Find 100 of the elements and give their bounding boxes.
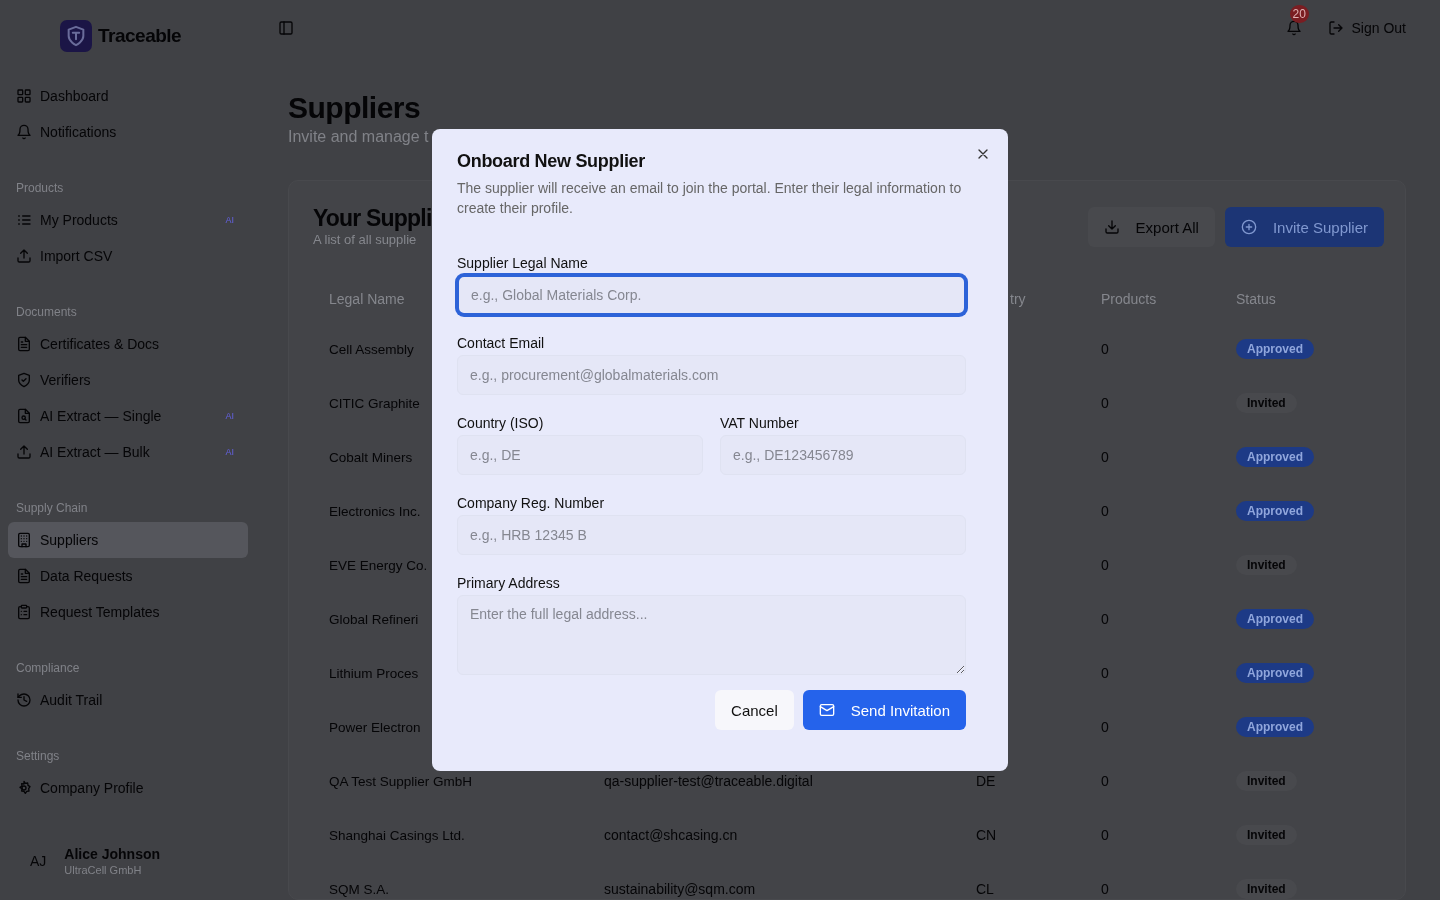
status-tag: Approved bbox=[1236, 339, 1314, 359]
invite-button[interactable]: Invite Supplier bbox=[1224, 207, 1384, 247]
table-cell: 0 bbox=[1101, 881, 1109, 897]
section-label: Compliance bbox=[15, 660, 81, 677]
page-subtitle: Invite and manage t bbox=[288, 127, 430, 146]
bell-icon bbox=[1285, 20, 1302, 36]
sign-out-button[interactable]: Sign Out bbox=[1327, 20, 1406, 36]
status-tag: Approved bbox=[1236, 447, 1314, 467]
document-icon bbox=[16, 568, 32, 584]
status-tag: Invited bbox=[1236, 771, 1297, 791]
clipboard-icon bbox=[16, 604, 32, 620]
user-avatar: AJ bbox=[30, 853, 47, 869]
table-cell: Cell Assembly bbox=[329, 341, 414, 357]
table-cell: 0 bbox=[1101, 665, 1109, 681]
plus-circle-icon bbox=[1240, 219, 1257, 235]
sidebar-item[interactable]: Notifications bbox=[8, 114, 248, 150]
brand-name: Traceable bbox=[98, 24, 182, 48]
status-tag: Approved bbox=[1236, 609, 1314, 629]
sidebar-item[interactable]: Suppliers bbox=[8, 522, 248, 558]
status-tag: Approved bbox=[1236, 717, 1314, 737]
input-field[interactable]: e.g., Global Materials Corp. bbox=[457, 275, 966, 315]
sidebar-toggle-icon bbox=[278, 20, 294, 36]
dialog-description: The supplier will receive an email to join the portal. Enter their legal information to create their profile. bbox=[457, 179, 963, 218]
column-header: Legal Name bbox=[329, 291, 405, 307]
upload-icon bbox=[16, 248, 32, 264]
sidebar-item[interactable]: Dashboard bbox=[8, 78, 248, 114]
notification-count: 20 bbox=[1289, 5, 1309, 23]
sidebar-item[interactable]: Import CSV bbox=[8, 238, 248, 274]
table-cell: 0 bbox=[1101, 557, 1109, 573]
status-tag: Invited bbox=[1236, 555, 1297, 575]
table-cell: 0 bbox=[1101, 503, 1109, 519]
field-label: Company Reg. Number bbox=[457, 495, 606, 511]
logout-icon bbox=[1327, 20, 1344, 36]
sidebar-item[interactable]: My Products AI bbox=[8, 202, 248, 238]
mail-icon bbox=[818, 702, 835, 718]
bell-icon bbox=[16, 124, 32, 140]
field-label: Contact Email bbox=[457, 335, 546, 351]
table-cell: 0 bbox=[1101, 395, 1109, 411]
download-icon bbox=[1103, 219, 1120, 235]
table-cell: 0 bbox=[1101, 611, 1109, 627]
status-tag: Approved bbox=[1236, 501, 1314, 521]
ai-tag: AI bbox=[225, 215, 234, 225]
sidebar-item[interactable]: Audit Trail bbox=[8, 682, 248, 718]
table-cell: Electronics Inc. bbox=[329, 503, 421, 519]
list-icon bbox=[16, 212, 32, 228]
table-cell: 0 bbox=[1101, 449, 1109, 465]
status-tag: Invited bbox=[1236, 879, 1297, 899]
field-label: Primary Address bbox=[457, 575, 561, 591]
document-search-icon bbox=[16, 408, 32, 424]
sidebar-item[interactable]: Certificates & Docs bbox=[8, 326, 248, 362]
notifications-button[interactable] bbox=[1285, 20, 1302, 36]
table-cell: DE bbox=[976, 773, 996, 789]
dialog-title: Onboard New Supplier bbox=[457, 151, 647, 172]
status-tag: Invited bbox=[1236, 825, 1297, 845]
document-icon bbox=[16, 336, 32, 352]
table-cell: CN bbox=[976, 827, 997, 843]
shield-check-icon bbox=[16, 372, 32, 388]
table-cell: Shanghai Casings Ltd. bbox=[329, 827, 465, 843]
address-field[interactable]: Enter the full legal address... bbox=[457, 595, 966, 675]
table-cell: Lithium Proces bbox=[329, 665, 419, 681]
logo-icon bbox=[60, 20, 92, 52]
field-label: Country (ISO) bbox=[457, 415, 545, 431]
table-cell: contact@shcasing.cn bbox=[604, 827, 738, 843]
table-cell: qa-supplier-test@traceable.digital bbox=[604, 773, 813, 789]
column-header: Status bbox=[1236, 291, 1276, 307]
field-label: VAT Number bbox=[720, 415, 800, 431]
send-invitation-button[interactable]: Send Invitation bbox=[802, 690, 966, 730]
card-subtitle: A list of all supplie bbox=[313, 232, 418, 248]
sidebar-item[interactable]: AI Extract — Bulk AI bbox=[8, 434, 248, 470]
table-cell: 0 bbox=[1101, 773, 1109, 789]
section-label: Supply Chain bbox=[15, 500, 89, 517]
page-title: Suppliers bbox=[288, 90, 422, 125]
section-label: Products bbox=[15, 180, 65, 197]
settings-icon bbox=[16, 780, 32, 796]
sidebar-item[interactable]: Request Templates bbox=[8, 594, 248, 630]
status-tag: Approved bbox=[1236, 663, 1314, 683]
table-cell: Cobalt Miners bbox=[329, 449, 413, 465]
history-icon bbox=[16, 692, 32, 708]
building-icon bbox=[16, 532, 32, 548]
table-cell: SQM S.A. bbox=[329, 881, 389, 897]
table-cell: CITIC Graphite bbox=[329, 395, 420, 411]
company-name: UltraCell GmbH bbox=[64, 864, 143, 876]
export-button[interactable]: Export All bbox=[1087, 207, 1215, 247]
sidebar-item[interactable]: AI Extract — Single AI bbox=[8, 398, 248, 434]
grid-icon bbox=[16, 88, 32, 104]
section-label: Documents bbox=[15, 304, 78, 321]
table-cell: EVE Energy Co. bbox=[329, 557, 428, 573]
table-cell: Power Electron bbox=[329, 719, 421, 735]
sidebar-item[interactable]: Data Requests bbox=[8, 558, 248, 594]
ai-tag: AI bbox=[225, 447, 234, 457]
sidebar-item[interactable]: Verifiers bbox=[8, 362, 248, 398]
table-cell: Global Refineri bbox=[329, 611, 419, 627]
cancel-button[interactable]: Cancel bbox=[715, 690, 794, 730]
ai-tag: AI bbox=[225, 411, 234, 421]
sidebar-toggle-button[interactable] bbox=[278, 20, 294, 36]
card-title: Your Suppli bbox=[313, 204, 432, 232]
sidebar-item[interactable]: Company Profile bbox=[8, 770, 248, 806]
status-tag: Invited bbox=[1236, 393, 1297, 413]
field-label: Supplier Legal Name bbox=[457, 255, 589, 271]
section-label: Settings bbox=[15, 748, 61, 765]
